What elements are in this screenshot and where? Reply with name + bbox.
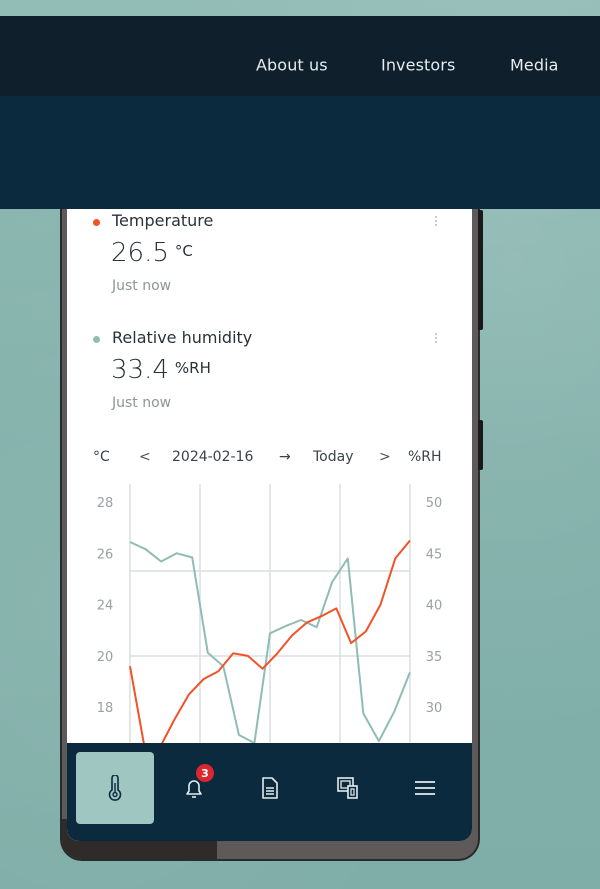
nav-link-investors[interactable]: Investors bbox=[381, 56, 455, 75]
nav-measurements[interactable] bbox=[76, 752, 154, 824]
humidity-more-options-icon[interactable] bbox=[432, 331, 440, 347]
left-axis-tick-label: 24 bbox=[97, 599, 114, 614]
metric-unit: %RH bbox=[174, 359, 211, 377]
app-screen: Temperature 26.5 °C Just now Relative hum… bbox=[67, 209, 472, 841]
nav-menu[interactable] bbox=[386, 752, 464, 824]
right-axis-tick-label: 35 bbox=[426, 650, 443, 665]
nav-devices[interactable] bbox=[309, 752, 387, 824]
phone-side-button bbox=[478, 210, 483, 330]
notification-badge: 3 bbox=[196, 764, 214, 782]
document-icon bbox=[262, 777, 278, 799]
right-axis-tick-label: 40 bbox=[426, 599, 443, 614]
hero-band bbox=[0, 96, 600, 209]
left-axis-tick-label: 28 bbox=[97, 496, 114, 511]
metric-title: Temperature bbox=[112, 211, 214, 230]
metric-value: 33.4 %RH bbox=[111, 355, 211, 385]
end-date[interactable]: Today bbox=[313, 449, 354, 465]
chevron-right-icon[interactable]: > bbox=[379, 449, 391, 465]
nav-link-media[interactable]: Media bbox=[510, 56, 559, 75]
metric-updated: Just now bbox=[112, 395, 172, 411]
left-axis-tick-label: 26 bbox=[97, 547, 114, 562]
temperature-color-dot bbox=[93, 219, 100, 226]
devices-icon bbox=[337, 777, 358, 799]
metric-value: 26.5 °C bbox=[111, 238, 193, 268]
humidity-color-dot bbox=[93, 336, 100, 343]
left-axis-tick-label: 18 bbox=[97, 701, 114, 716]
right-axis-tick-label: 30 bbox=[426, 701, 443, 716]
metric-title: Relative humidity bbox=[112, 328, 253, 347]
temperature-humidity-chart[interactable]: 28 26 24 20 18 50 45 40 35 30 bbox=[67, 479, 472, 749]
metric-unit: °C bbox=[174, 242, 193, 260]
left-axis-tick-label: 20 bbox=[97, 650, 114, 665]
metric-updated: Just now bbox=[112, 278, 172, 294]
bottom-navigation: 3 bbox=[67, 743, 472, 841]
right-axis-tick-label: 45 bbox=[426, 547, 443, 562]
nav-reports[interactable] bbox=[231, 752, 309, 824]
temperature-more-options-icon[interactable] bbox=[432, 214, 440, 230]
nav-link-about-us[interactable]: About us bbox=[256, 56, 328, 75]
menu-icon bbox=[415, 781, 435, 795]
right-axis-unit: %RH bbox=[408, 449, 442, 465]
thermometer-icon bbox=[108, 775, 122, 801]
chevron-left-icon[interactable]: < bbox=[139, 449, 151, 465]
right-axis-tick-label: 50 bbox=[426, 496, 443, 511]
phone-side-button bbox=[478, 420, 483, 470]
nav-notifications[interactable]: 3 bbox=[155, 752, 233, 824]
site-header: About us Investors Media bbox=[0, 16, 600, 96]
chart-date-range-bar: °C < 2024-02-16 → Today > %RH bbox=[67, 445, 472, 469]
start-date[interactable]: 2024-02-16 bbox=[172, 449, 253, 465]
arrow-right-icon: → bbox=[279, 449, 291, 465]
left-axis-unit: °C bbox=[93, 449, 110, 465]
